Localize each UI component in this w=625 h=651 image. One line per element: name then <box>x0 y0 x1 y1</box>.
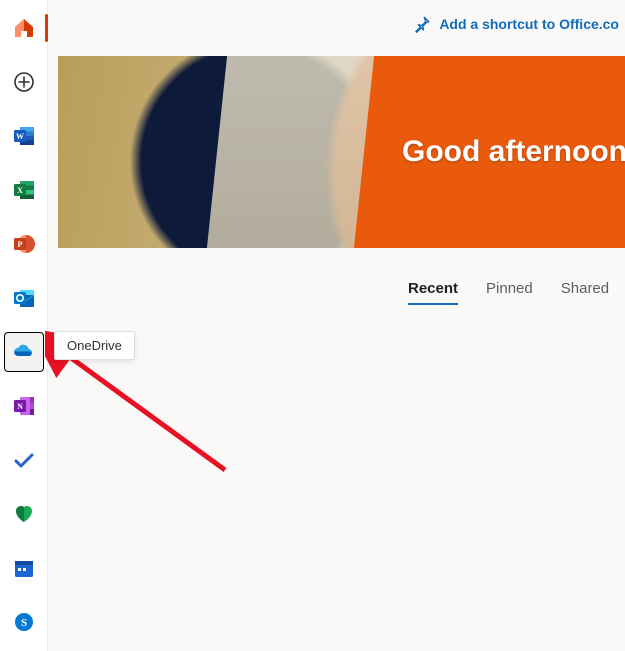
svg-text:P: P <box>17 240 22 249</box>
document-tabs: Recent Pinned Shared <box>48 280 625 305</box>
sidebar-item-home[interactable] <box>4 8 44 48</box>
powerpoint-icon: P <box>12 232 36 256</box>
sidebar-item-word[interactable]: W <box>4 116 44 156</box>
svg-text:N: N <box>17 402 23 411</box>
onedrive-tooltip: OneDrive <box>54 331 135 360</box>
sidebar-item-powerpoint[interactable]: P <box>4 224 44 264</box>
skype-icon: S <box>12 610 36 634</box>
sidebar-item-calendar[interactable] <box>4 548 44 588</box>
svg-text:S: S <box>20 617 26 629</box>
heart-icon <box>12 502 36 526</box>
onenote-icon: N <box>12 394 36 418</box>
outlook-icon <box>12 286 36 310</box>
tab-shared[interactable]: Shared <box>561 280 609 305</box>
hero-greeting: Good afternoon <box>402 135 625 169</box>
tab-recent[interactable]: Recent <box>408 280 458 305</box>
sidebar-item-outlook[interactable] <box>4 278 44 318</box>
onedrive-icon <box>12 340 36 364</box>
svg-text:X: X <box>17 186 23 195</box>
calendar-icon <box>12 556 36 580</box>
sidebar-item-onenote[interactable]: N <box>4 386 44 426</box>
sidebar-item-skype[interactable]: S <box>4 602 44 642</box>
main-content: Add a shortcut to Office.co Good afterno… <box>48 0 625 651</box>
sidebar-item-create[interactable] <box>4 62 44 102</box>
sidebar-item-excel[interactable]: X <box>4 170 44 210</box>
plus-circle-icon <box>12 70 36 94</box>
hero-banner: Good afternoon <box>58 56 625 248</box>
word-icon: W <box>12 124 36 148</box>
excel-icon: X <box>12 178 36 202</box>
sidebar-item-onedrive[interactable] <box>4 332 44 372</box>
svg-text:W: W <box>16 132 24 141</box>
add-shortcut-link[interactable]: Add a shortcut to Office.co <box>413 15 619 33</box>
add-shortcut-label: Add a shortcut to Office.co <box>439 16 619 32</box>
home-icon <box>12 16 36 40</box>
sidebar-item-family-safety[interactable] <box>4 494 44 534</box>
top-bar: Add a shortcut to Office.co <box>48 0 625 48</box>
sidebar-item-todo[interactable] <box>4 440 44 480</box>
app-sidebar: W X P N S <box>0 0 48 651</box>
todo-check-icon <box>12 448 36 472</box>
pin-icon <box>413 15 431 33</box>
tab-pinned[interactable]: Pinned <box>486 280 533 305</box>
